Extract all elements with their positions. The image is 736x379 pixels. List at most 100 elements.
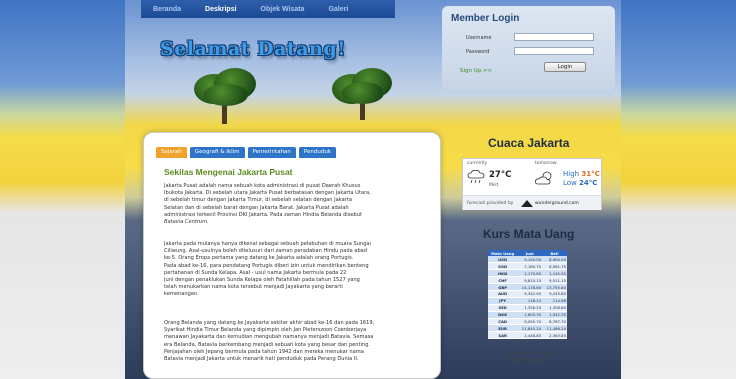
table-row: DKK 1,603.35 1,542.35 [488,311,567,319]
sell-rate: 7,185.75 [517,262,543,271]
weather-widget[interactable]: currently tomorrow 27°C Mist High 31°C L… [462,158,602,210]
login-button[interactable]: Login [544,62,586,72]
kurs-plug-link[interactable]: Plug in your blog [488,357,567,362]
paragraph-line: Jakarta Pusat adalah nama sebuah kota ad… [164,183,361,189]
weather-title: Cuaca Jakarta [488,136,570,150]
paragraph-line: Orang Belanda yang datang ke Jayakarta s… [164,320,375,326]
currency-code: JPY [488,297,518,305]
currency-code: AUD [488,290,518,298]
currency-table: Mata Uang Jual Beli USD 9,150.00 8,900.00 … [488,250,567,340]
buy-rate: 6,961.75 [542,262,567,271]
table-row: USD 9,150.00 8,900.00 [488,256,567,264]
nav-item-galeri[interactable]: Galeri [316,6,360,13]
buy-rate: 11,486.20 [542,324,567,333]
paragraph-line: Pada abad ke-16, para pendatang Portugis… [164,262,369,269]
buy-rate: 9,511.15 [542,276,567,285]
buy-rate: 2,363.85 [542,331,567,340]
nav-item-deskripsi[interactable]: Deskripsi [193,6,249,13]
paragraph-line: kemenangan. [164,291,199,298]
paragraph-line: Syarikat Hindia Timur Belanda yang dipim… [164,327,367,334]
nav-item-objek-wisata[interactable]: Objek Wisata [249,6,317,13]
weather-low: Low 24°C [563,179,597,187]
weather-high-value: 31°C [581,170,600,178]
paragraph-line: Jakarta pada mulanya hanya dikenal sebag… [164,241,371,247]
buy-rate: 1,145.55 [542,269,567,278]
weather-current-label: currently [467,161,488,166]
kurs-title: Kurs Mata Uang [483,227,575,241]
buy-rate: 13,755.60 [542,283,567,291]
currency-code: GBP [488,283,518,291]
paragraph-line: Ibukota Jakarta. Di sebelah utara Jakart… [164,190,371,197]
sell-rate: 1,603.35 [517,311,543,319]
table-row: SAR 2,448.85 2,363.85 [488,331,567,340]
paragraph-line: menawan Jayakarta dan kemudian mengubah … [164,334,374,341]
paragraph-line: era Belanda, Batavia berkembang menjadi … [164,341,370,348]
table-row: CHF 9,810.15 9,511.15 [488,276,567,285]
table-row: SEK 1,358.20 1,308.80 [488,304,567,312]
sell-rate: 14,178.60 [517,283,543,291]
top-navigation: Beranda Deskripsi Objek Wisata Galeri [141,0,395,18]
table-row: EUR 11,845.20 11,486.20 [488,324,567,333]
username-input[interactable] [514,33,594,41]
weather-low-value: 24°C [579,179,598,187]
paragraph-line: Juni dengan penaklukan Sunda Kelapa oleh… [164,277,360,284]
currency-code: HKD [488,269,518,278]
weather-high: High 31°C [563,170,600,178]
paragraph-line: pertahanan di Sunda Kelapa. Asal - usul … [164,269,347,276]
partly-cloudy-icon [535,171,552,185]
buy-rate: 1,542.35 [542,311,567,319]
sell-rate: 9,150.00 [517,256,543,264]
currency-code: DKK [488,311,518,319]
sell-rate: 1,179.85 [517,269,543,278]
paragraph-line: ke-5. Orang Eropa pertama yang datang ke… [164,255,354,262]
weather-current-temp: 27°C [489,170,512,180]
weather-provider[interactable]: wunderground.com [535,201,579,206]
tab-pemerintahan[interactable]: Pemerintahan [247,147,296,158]
sell-rate: 9,342.90 [517,290,543,298]
tab-penduduk[interactable]: Penduduk [298,147,337,158]
paragraph-line: Ciliwung. Asal-usulnya boleh ditelusuri … [164,248,368,255]
paragraph-2: Jakarta pada mulanya hanya dikenal sebag… [164,241,426,299]
paragraph-line: telah menukarkan nama kota tersebut menj… [164,284,343,291]
signup-link[interactable]: Sign Up >> [460,68,492,74]
tab-sejarah[interactable]: Sejarah [156,147,187,158]
weather-footer-text: forecast provided by [467,201,514,206]
currency-code: SEK [488,304,518,312]
buy-rate: 9,245.80 [542,290,567,298]
wunderground-logo-icon [521,200,533,207]
currency-code: SGD [488,262,518,271]
table-row: HKD 1,179.85 1,145.55 [488,269,567,278]
buy-rate: 8,787.70 [542,318,567,326]
weather-footer: forecast provided by wunderground.com [463,195,601,210]
username-label: Username [466,35,492,41]
paragraph-line: administrasi terkecil Provinsi DKI Jakar… [164,211,362,218]
sell-rate: 9,055.70 [517,318,543,326]
table-row: SGD 7,185.75 6,961.75 [488,262,567,271]
table-row: AUD 9,342.90 9,245.80 [488,290,567,298]
tree-left-illustration [192,68,260,124]
buy-rate: 1,308.80 [542,304,567,312]
paragraph-line: Batavia menjadi Jakarta untuk menarik ha… [164,356,359,363]
tab-geografi-iklim[interactable]: Geografi & Iklim [189,147,245,158]
currency-code: CHF [488,276,518,285]
paragraph-line: di sebelah timur dengan Jakarta Timur, d… [164,197,352,204]
weather-tomorrow-label: tomorrow [535,161,557,166]
paragraph-1: Jakarta Pusat adalah nama sebuah kota ad… [164,183,426,226]
sell-rate: 9,810.15 [517,276,543,285]
rain-cloud-icon [467,170,485,184]
sell-rate: 2,448.85 [517,331,543,340]
sell-rate: 118.12 [517,297,543,305]
buy-rate: 8,900.00 [542,256,567,264]
sell-rate: 11,845.20 [517,324,543,333]
nav-item-beranda[interactable]: Beranda [141,6,193,13]
table-row: GBP 14,178.60 13,755.60 [488,283,567,291]
password-input[interactable] [514,47,594,55]
password-label: Password [466,49,490,55]
sell-rate: 1,358.20 [517,304,543,312]
login-title: Member Login [451,13,520,24]
paragraph-line: Penjajahan oleh Jepang bermula pada tahu… [164,348,364,355]
currency-code: CAD [488,318,518,326]
currency-code: USD [488,256,518,264]
paragraph-3: Orang Belanda yang datang ke Jayakarta s… [164,320,426,363]
member-login-panel: Member Login Username Password Sign Up >… [442,6,615,90]
